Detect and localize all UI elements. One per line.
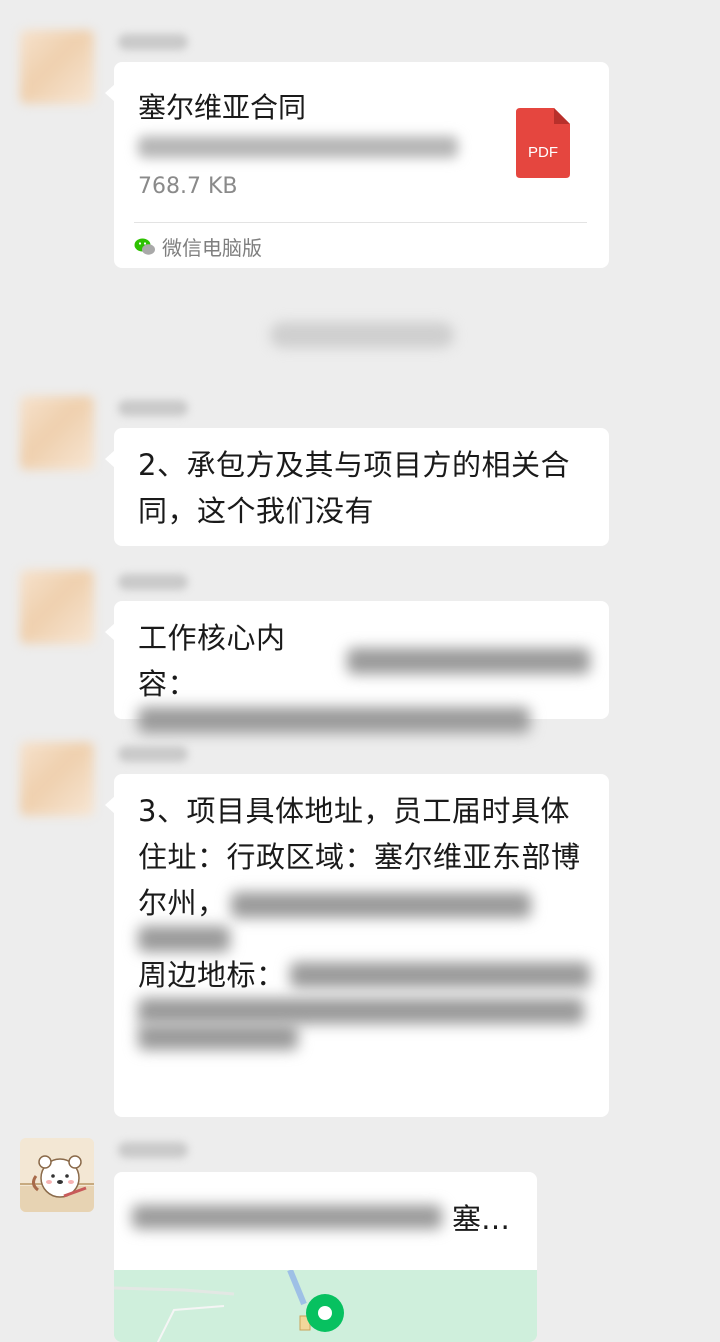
location-map-preview[interactable] — [114, 1268, 537, 1342]
file-name: 塞尔维亚合同 — [138, 91, 307, 124]
sender-nickname — [118, 746, 188, 762]
redacted-text — [347, 648, 590, 674]
sender-nickname — [118, 400, 188, 416]
file-size: 768.7 KB — [138, 174, 238, 199]
file-source: 微信电脑版 — [134, 232, 262, 261]
redacted-text — [138, 1024, 298, 1050]
wechat-logo-icon — [134, 238, 155, 255]
sender-avatar[interactable] — [20, 30, 94, 104]
redacted-text — [289, 962, 590, 988]
file-divider — [134, 222, 587, 223]
message-text: 3、项目具体地址，员工届时具体住址：行政区域：塞尔维亚东部博尔州， — [138, 794, 581, 920]
svg-text:PDF: PDF — [528, 144, 558, 161]
sender-avatar[interactable] — [20, 742, 94, 816]
message-body: 3、项目具体地址，员工届时具体住址：行政区域：塞尔维亚东部博尔州， 周边地标： — [138, 788, 590, 1050]
redacted-text — [138, 707, 530, 733]
location-message-bubble[interactable]: 塞… — [114, 1172, 537, 1342]
sender-avatar[interactable] — [20, 1138, 94, 1212]
file-message-bubble[interactable]: 塞尔维亚合同 768.7 KB PDF 微信电脑版 — [105, 62, 609, 268]
bear-avatar-icon — [20, 1138, 94, 1212]
message-text: 2、承包方及其与项目方的相关合同，这个我们没有 — [138, 448, 570, 528]
location-title-text: 塞… — [452, 1202, 511, 1236]
sender-avatar[interactable] — [20, 570, 94, 644]
redacted-text — [230, 892, 531, 918]
sender-nickname — [118, 574, 188, 590]
pdf-file-icon: PDF — [516, 108, 570, 178]
sender-avatar[interactable] — [20, 396, 94, 470]
text-message-bubble[interactable]: 3、项目具体地址，员工届时具体住址：行政区域：塞尔维亚东部博尔州， 周边地标： — [105, 774, 609, 1117]
text-message-bubble[interactable]: 2、承包方及其与项目方的相关合同，这个我们没有 — [105, 428, 609, 546]
message-text: 工作核心内容： — [138, 621, 286, 701]
redacted-text — [132, 1205, 442, 1229]
message-body: 工作核心内容： — [138, 615, 590, 733]
redacted-text — [138, 926, 230, 952]
landmark-label: 周边地标： — [138, 958, 286, 992]
location-pin-icon — [306, 1294, 344, 1332]
text-message-bubble[interactable]: 工作核心内容： — [105, 601, 609, 733]
sender-nickname — [118, 34, 188, 50]
redacted-text — [138, 998, 584, 1024]
chat-timestamp — [270, 322, 454, 348]
location-title: 塞… — [132, 1196, 510, 1238]
file-source-label: 微信电脑版 — [162, 236, 262, 260]
file-path-blurred — [138, 136, 458, 158]
sender-nickname — [118, 1142, 188, 1158]
